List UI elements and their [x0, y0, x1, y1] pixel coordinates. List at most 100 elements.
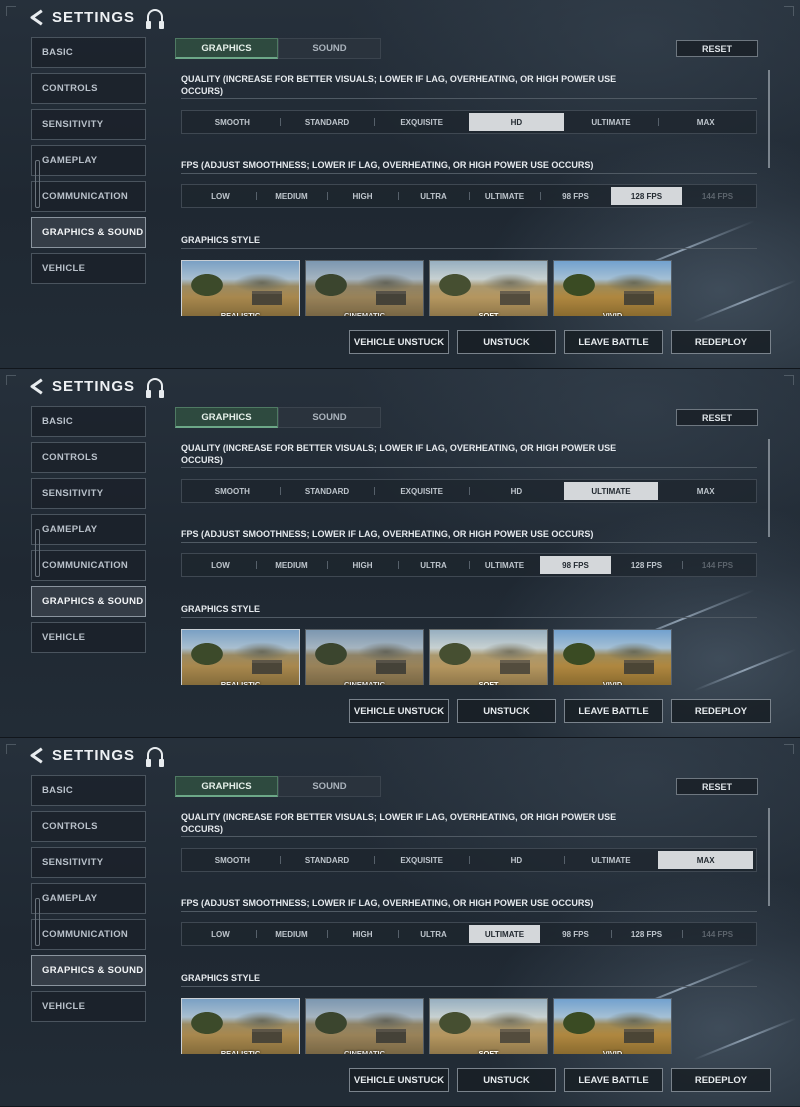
back-arrow-icon[interactable] — [28, 747, 44, 763]
tab-graphics[interactable]: GRAPHICS — [175, 38, 278, 59]
quality-option-exquisite[interactable]: EXQUISITE — [374, 851, 469, 869]
graphics-style-soft[interactable]: SOFT — [429, 260, 548, 316]
headset-icon[interactable] — [146, 747, 165, 767]
quality-option-max[interactable]: MAX — [658, 113, 753, 131]
graphics-style-cinematic[interactable]: CINEMATIC — [305, 629, 424, 685]
vehicle-unstuck-button[interactable]: VEHICLE UNSTUCK — [349, 699, 449, 723]
tab-sound[interactable]: SOUND — [278, 38, 381, 59]
tab-graphics[interactable]: GRAPHICS — [175, 407, 278, 428]
sidebar-item-gameplay[interactable]: GAMEPLAY — [31, 514, 146, 545]
sidebar-item-vehicle[interactable]: VEHICLE — [31, 991, 146, 1022]
fps-option-128-fps[interactable]: 128 FPS — [611, 187, 682, 205]
graphics-style-soft[interactable]: SOFT — [429, 629, 548, 685]
content-scrollbar[interactable] — [768, 808, 770, 906]
graphics-style-vivid[interactable]: VIVID — [553, 260, 672, 316]
fps-option-high[interactable]: HIGH — [327, 556, 398, 574]
quality-option-ultimate[interactable]: ULTIMATE — [563, 851, 659, 869]
fps-option-ultimate[interactable]: ULTIMATE — [469, 925, 540, 943]
sidebar-item-gameplay[interactable]: GAMEPLAY — [31, 883, 146, 914]
vehicle-unstuck-button[interactable]: VEHICLE UNSTUCK — [349, 1068, 449, 1092]
headset-icon[interactable] — [146, 378, 165, 398]
sidebar-scrollbar[interactable] — [35, 160, 40, 208]
back-arrow-icon[interactable] — [28, 9, 44, 25]
fps-option-98-fps[interactable]: 98 FPS — [540, 187, 611, 205]
sidebar-item-graphics-sound[interactable]: GRAPHICS & SOUND — [31, 955, 146, 986]
sidebar-item-basic[interactable]: BASIC — [31, 775, 146, 806]
sidebar-item-communication[interactable]: COMMUNICATION — [31, 919, 146, 950]
graphics-style-realistic[interactable]: REALISTIC — [181, 998, 300, 1054]
back-arrow-icon[interactable] — [28, 378, 44, 394]
sidebar-item-basic[interactable]: BASIC — [31, 37, 146, 68]
fps-option-ultimate[interactable]: ULTIMATE — [469, 187, 540, 205]
reset-button[interactable]: RESET — [676, 778, 758, 795]
fps-option-128-fps[interactable]: 128 FPS — [611, 925, 682, 943]
sidebar-item-gameplay[interactable]: GAMEPLAY — [31, 145, 146, 176]
fps-option-medium[interactable]: MEDIUM — [256, 925, 327, 943]
sidebar-item-controls[interactable]: CONTROLS — [31, 73, 146, 104]
sidebar-item-controls[interactable]: CONTROLS — [31, 811, 146, 842]
unstuck-button[interactable]: UNSTUCK — [457, 699, 556, 723]
quality-option-ultimate[interactable]: ULTIMATE — [563, 482, 659, 500]
sidebar-item-communication[interactable]: COMMUNICATION — [31, 181, 146, 212]
fps-option-ultimate[interactable]: ULTIMATE — [469, 556, 540, 574]
sidebar-item-sensitivity[interactable]: SENSITIVITY — [31, 847, 146, 878]
graphics-style-realistic[interactable]: REALISTIC — [181, 629, 300, 685]
fps-option-ultra[interactable]: ULTRA — [398, 187, 469, 205]
quality-option-max[interactable]: MAX — [658, 851, 754, 869]
quality-option-standard[interactable]: STANDARD — [279, 113, 375, 131]
headset-icon[interactable] — [146, 9, 165, 29]
fps-option-low[interactable]: LOW — [185, 187, 256, 205]
unstuck-button[interactable]: UNSTUCK — [457, 1068, 556, 1092]
graphics-style-vivid[interactable]: VIVID — [553, 629, 672, 685]
content-scrollbar[interactable] — [768, 439, 770, 537]
quality-option-hd[interactable]: HD — [469, 113, 564, 131]
fps-option-low[interactable]: LOW — [185, 556, 256, 574]
redeploy-button[interactable]: REDEPLOY — [671, 330, 771, 354]
sidebar-item-graphics-sound[interactable]: GRAPHICS & SOUND — [31, 586, 146, 617]
quality-option-hd[interactable]: HD — [469, 851, 564, 869]
sidebar-scrollbar[interactable] — [35, 898, 40, 946]
fps-option-98-fps[interactable]: 98 FPS — [540, 556, 611, 574]
quality-option-smooth[interactable]: SMOOTH — [185, 482, 280, 500]
reset-button[interactable]: RESET — [676, 40, 758, 57]
sidebar-item-sensitivity[interactable]: SENSITIVITY — [31, 478, 146, 509]
fps-option-128-fps[interactable]: 128 FPS — [611, 556, 682, 574]
content-scrollbar[interactable] — [768, 70, 770, 168]
fps-option-medium[interactable]: MEDIUM — [256, 187, 327, 205]
sidebar-item-vehicle[interactable]: VEHICLE — [31, 622, 146, 653]
tab-sound[interactable]: SOUND — [278, 407, 381, 428]
sidebar-item-communication[interactable]: COMMUNICATION — [31, 550, 146, 581]
graphics-style-vivid[interactable]: VIVID — [553, 998, 672, 1054]
sidebar-item-vehicle[interactable]: VEHICLE — [31, 253, 146, 284]
leave-battle-button[interactable]: LEAVE BATTLE — [564, 330, 663, 354]
fps-option-ultra[interactable]: ULTRA — [398, 925, 469, 943]
tab-sound[interactable]: SOUND — [278, 776, 381, 797]
graphics-style-soft[interactable]: SOFT — [429, 998, 548, 1054]
quality-option-hd[interactable]: HD — [469, 482, 564, 500]
quality-option-smooth[interactable]: SMOOTH — [185, 851, 280, 869]
graphics-style-cinematic[interactable]: CINEMATIC — [305, 998, 424, 1054]
fps-option-98-fps[interactable]: 98 FPS — [540, 925, 611, 943]
fps-option-low[interactable]: LOW — [185, 925, 256, 943]
quality-option-exquisite[interactable]: EXQUISITE — [374, 482, 469, 500]
fps-option-high[interactable]: HIGH — [327, 187, 398, 205]
fps-option-ultra[interactable]: ULTRA — [398, 556, 469, 574]
sidebar-item-graphics-sound[interactable]: GRAPHICS & SOUND — [31, 217, 146, 248]
quality-option-ultimate[interactable]: ULTIMATE — [564, 113, 659, 131]
sidebar-scrollbar[interactable] — [35, 529, 40, 577]
redeploy-button[interactable]: REDEPLOY — [671, 699, 771, 723]
quality-option-exquisite[interactable]: EXQUISITE — [374, 113, 469, 131]
graphics-style-realistic[interactable]: REALISTIC — [181, 260, 300, 316]
quality-option-standard[interactable]: STANDARD — [279, 851, 375, 869]
leave-battle-button[interactable]: LEAVE BATTLE — [564, 1068, 663, 1092]
vehicle-unstuck-button[interactable]: VEHICLE UNSTUCK — [349, 330, 449, 354]
sidebar-item-controls[interactable]: CONTROLS — [31, 442, 146, 473]
quality-option-standard[interactable]: STANDARD — [279, 482, 375, 500]
quality-option-smooth[interactable]: SMOOTH — [185, 113, 280, 131]
redeploy-button[interactable]: REDEPLOY — [671, 1068, 771, 1092]
unstuck-button[interactable]: UNSTUCK — [457, 330, 556, 354]
sidebar-item-basic[interactable]: BASIC — [31, 406, 146, 437]
tab-graphics[interactable]: GRAPHICS — [175, 776, 278, 797]
quality-option-max[interactable]: MAX — [658, 482, 753, 500]
reset-button[interactable]: RESET — [676, 409, 758, 426]
